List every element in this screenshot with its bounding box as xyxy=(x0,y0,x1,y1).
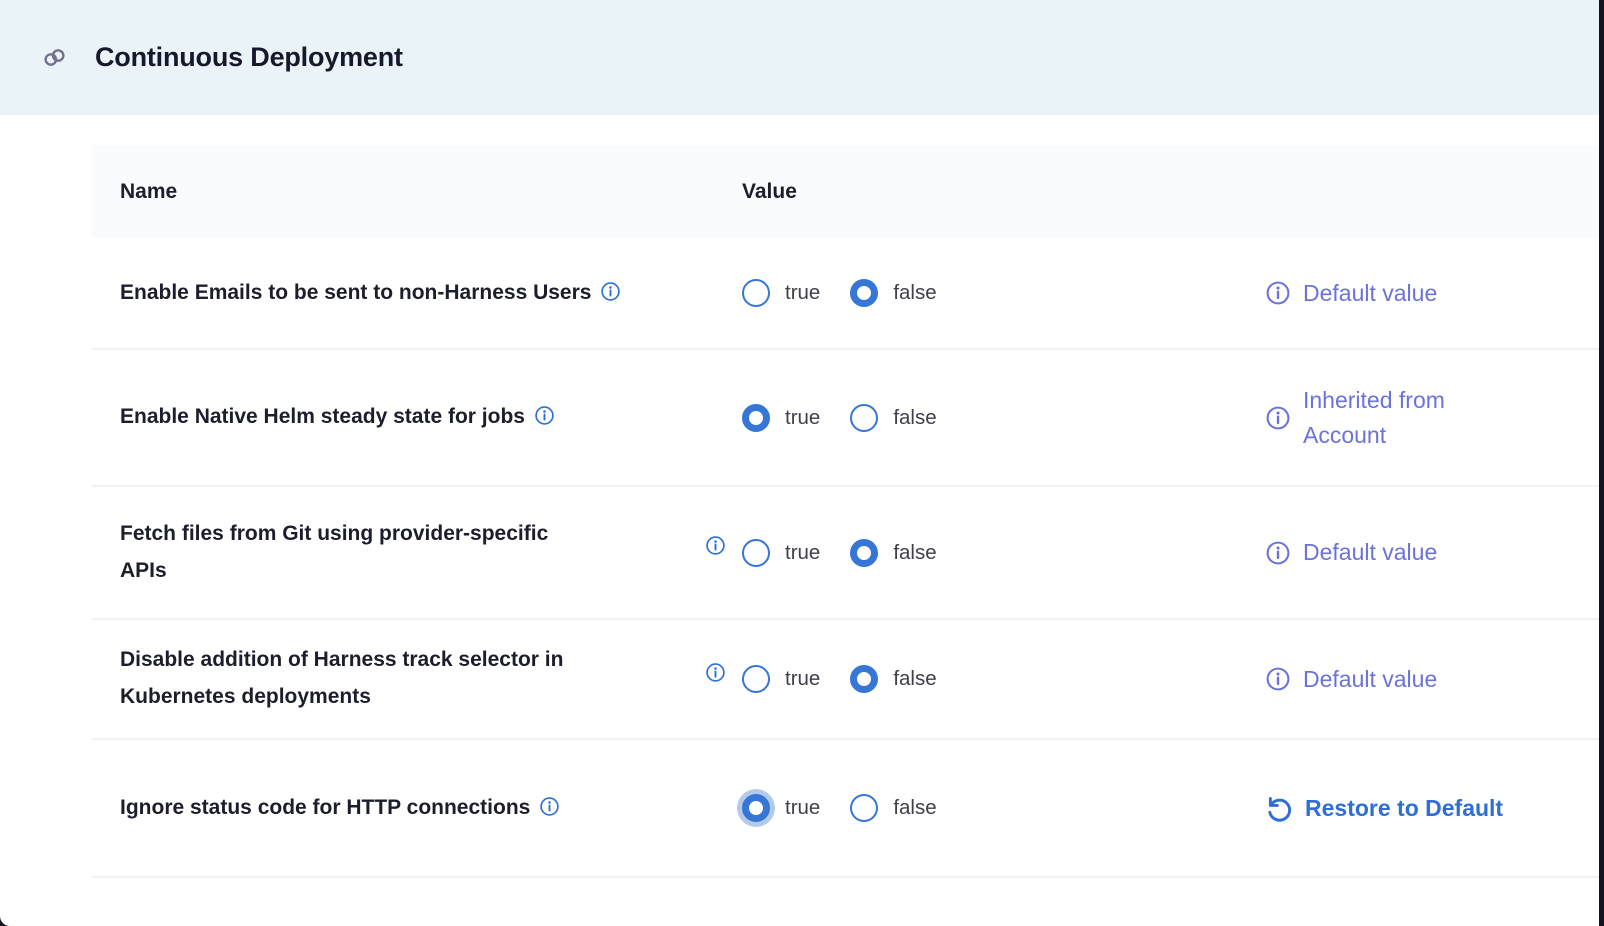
setting-name: Fetch files from Git using provider-spec… xyxy=(120,522,548,582)
status-label: Inherited from Account xyxy=(1303,383,1508,452)
status-cell: Inherited from Account xyxy=(1265,383,1599,452)
table-row: Enable Native Helm steady state for jobs… xyxy=(92,350,1599,487)
status-info-icon[interactable] xyxy=(1265,280,1291,306)
setting-name: Disable addition of Harness track select… xyxy=(120,648,563,708)
radio-false-label[interactable]: false xyxy=(893,796,936,820)
radio-true-label[interactable]: true xyxy=(785,541,820,565)
status-label: Default value xyxy=(1303,276,1437,311)
settings-table: Name Value Enable Emails to be sent to n… xyxy=(92,145,1599,878)
radio-true[interactable] xyxy=(742,794,770,822)
setting-name: Enable Native Helm steady state for jobs xyxy=(120,405,525,428)
info-icon[interactable] xyxy=(539,796,560,817)
table-row: Ignore status code for HTTP connections … xyxy=(92,740,1599,878)
setting-name-cell: Ignore status code for HTTP connections xyxy=(120,790,705,827)
column-header-name: Name xyxy=(120,180,705,204)
info-icon[interactable] xyxy=(705,535,726,556)
table-row: Fetch files from Git using provider-spec… xyxy=(92,487,1599,620)
setting-name-cell: Disable addition of Harness track select… xyxy=(120,642,705,716)
radio-false[interactable] xyxy=(850,279,878,307)
radio-false[interactable] xyxy=(850,794,878,822)
info-icon[interactable] xyxy=(534,405,555,426)
table-row: Disable addition of Harness track select… xyxy=(92,620,1599,740)
status-cell[interactable]: Restore to Default xyxy=(1265,791,1599,826)
setting-name-cell: Enable Emails to be sent to non-Harness … xyxy=(120,275,705,312)
radio-false-label[interactable]: false xyxy=(893,541,936,565)
radio-true[interactable] xyxy=(742,404,770,432)
radio-false[interactable] xyxy=(850,665,878,693)
radio-true[interactable] xyxy=(742,539,770,567)
setting-name-cell: Enable Native Helm steady state for jobs xyxy=(120,399,705,436)
status-info-icon[interactable] xyxy=(1265,405,1291,431)
status-cell: Default value xyxy=(1265,662,1599,697)
setting-value-cell: true false xyxy=(705,794,1265,822)
settings-card: Continuous Deployment Name Value Enable … xyxy=(0,0,1599,926)
radio-true[interactable] xyxy=(742,279,770,307)
status-label: Default value xyxy=(1303,662,1437,697)
info-icon[interactable] xyxy=(600,281,621,302)
status-info-icon[interactable] xyxy=(1265,540,1291,566)
setting-name-cell: Fetch files from Git using provider-spec… xyxy=(120,516,705,590)
table-row: Enable Emails to be sent to non-Harness … xyxy=(92,238,1599,350)
column-header-value: Value xyxy=(742,180,1265,204)
radio-false[interactable] xyxy=(850,539,878,567)
section-header: Continuous Deployment xyxy=(0,0,1599,115)
status-cell: Default value xyxy=(1265,535,1599,570)
radio-false-label[interactable]: false xyxy=(893,406,936,430)
status-info-icon[interactable] xyxy=(1265,666,1291,692)
setting-value-cell: true false xyxy=(705,539,1265,567)
radio-false[interactable] xyxy=(850,404,878,432)
link-icon[interactable] xyxy=(41,44,68,71)
restore-icon[interactable] xyxy=(1265,794,1293,822)
radio-true-label[interactable]: true xyxy=(785,667,820,691)
setting-value-cell: true false xyxy=(705,665,1265,693)
info-icon[interactable] xyxy=(705,662,726,683)
page-title: Continuous Deployment xyxy=(95,42,403,73)
radio-true-label[interactable]: true xyxy=(785,281,820,305)
radio-true-label[interactable]: true xyxy=(785,796,820,820)
setting-name: Enable Emails to be sent to non-Harness … xyxy=(120,281,591,304)
status-label: Default value xyxy=(1303,535,1437,570)
table-header-row: Name Value xyxy=(92,145,1599,238)
setting-name: Ignore status code for HTTP connections xyxy=(120,796,530,819)
status-label: Restore to Default xyxy=(1305,791,1503,826)
radio-false-label[interactable]: false xyxy=(893,667,936,691)
status-cell: Default value xyxy=(1265,276,1599,311)
setting-value-cell: true false xyxy=(705,279,1265,307)
setting-value-cell: true false xyxy=(705,404,1265,432)
radio-false-label[interactable]: false xyxy=(893,281,936,305)
radio-true[interactable] xyxy=(742,665,770,693)
radio-true-label[interactable]: true xyxy=(785,406,820,430)
